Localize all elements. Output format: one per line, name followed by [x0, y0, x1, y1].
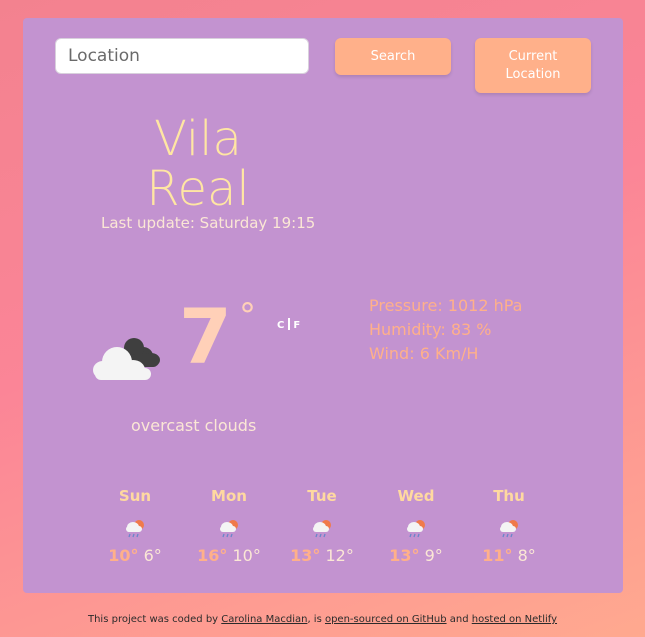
weather-description: overcast clouds	[131, 416, 257, 435]
forecast-max: 10°	[108, 546, 139, 565]
forecast-min: 6°	[143, 546, 162, 565]
fahrenheit-link[interactable]: F	[293, 320, 301, 331]
forecast-temps: 13° 9°	[376, 546, 456, 566]
location-search-input[interactable]	[55, 38, 309, 74]
current-temperature: 7	[179, 292, 232, 381]
forecast-day-name: Tue	[307, 487, 337, 505]
forecast-max: 16°	[197, 546, 228, 565]
current-location-button[interactable]: Current Location	[475, 38, 591, 93]
forecast-temps: 11° 8°	[469, 546, 549, 566]
rain-showers-icon	[220, 520, 238, 538]
forecast-day-name: Thu	[493, 487, 525, 505]
forecast-day-name: Mon	[211, 487, 247, 505]
netlify-link[interactable]: hosted on Netlify	[472, 614, 557, 625]
city-name: Vila Real	[146, 111, 250, 217]
unit-toggle: CF	[277, 318, 301, 331]
humidity-text: Humidity: 83 %	[369, 320, 492, 339]
wind-text: Wind: 6 Km/H	[369, 344, 479, 363]
forecast-min: 10°	[232, 546, 261, 565]
forecast-max: 13°	[290, 546, 321, 565]
unit-separator	[288, 318, 291, 330]
forecast-day-wed: Wed 13° 9°	[376, 486, 456, 566]
rain-showers-icon	[407, 520, 425, 538]
forecast-max: 13°	[389, 546, 420, 565]
forecast-min: 12°	[325, 546, 354, 565]
celsius-link[interactable]: C	[277, 320, 285, 331]
forecast-day-sun: Sun 10° 6°	[95, 486, 175, 566]
forecast-day-name: Wed	[397, 487, 435, 505]
page-footer: This project was coded by Carolina Macdi…	[0, 614, 645, 625]
weather-details: Pressure: 1012 hPa Humidity: 83 % Wind: …	[369, 294, 522, 366]
forecast-min: 8°	[517, 546, 536, 565]
forecast-day-thu: Thu 11° 8°	[469, 486, 549, 566]
forecast-min: 9°	[424, 546, 443, 565]
footer-middle: , is	[307, 614, 325, 625]
forecast-temps: 10° 6°	[95, 546, 175, 566]
footer-prefix: This project was coded by	[87, 614, 222, 625]
weather-card: Search Current Location Vila Real Last u…	[23, 18, 623, 593]
forecast-day-tue: Tue 13° 12°	[282, 486, 362, 566]
footer-and: and	[446, 614, 472, 625]
forecast-max: 11°	[482, 546, 513, 565]
github-link[interactable]: open-sourced on GitHub	[325, 614, 447, 625]
rain-showers-icon	[500, 520, 518, 538]
forecast-temps: 13° 12°	[282, 546, 362, 566]
author-link[interactable]: Carolina Macdian	[221, 614, 307, 625]
forecast-day-mon: Mon 16° 10°	[189, 486, 269, 566]
forecast-temps: 16° 10°	[189, 546, 269, 566]
rain-showers-icon	[126, 520, 144, 538]
last-update-text: Last update: Saturday 19:15	[101, 214, 316, 232]
forecast-day-name: Sun	[118, 487, 152, 505]
overcast-clouds-icon	[93, 338, 160, 380]
search-button[interactable]: Search	[335, 38, 451, 75]
degree-symbol: °	[239, 296, 256, 336]
pressure-text: Pressure: 1012 hPa	[369, 296, 523, 315]
rain-showers-icon	[313, 520, 331, 538]
